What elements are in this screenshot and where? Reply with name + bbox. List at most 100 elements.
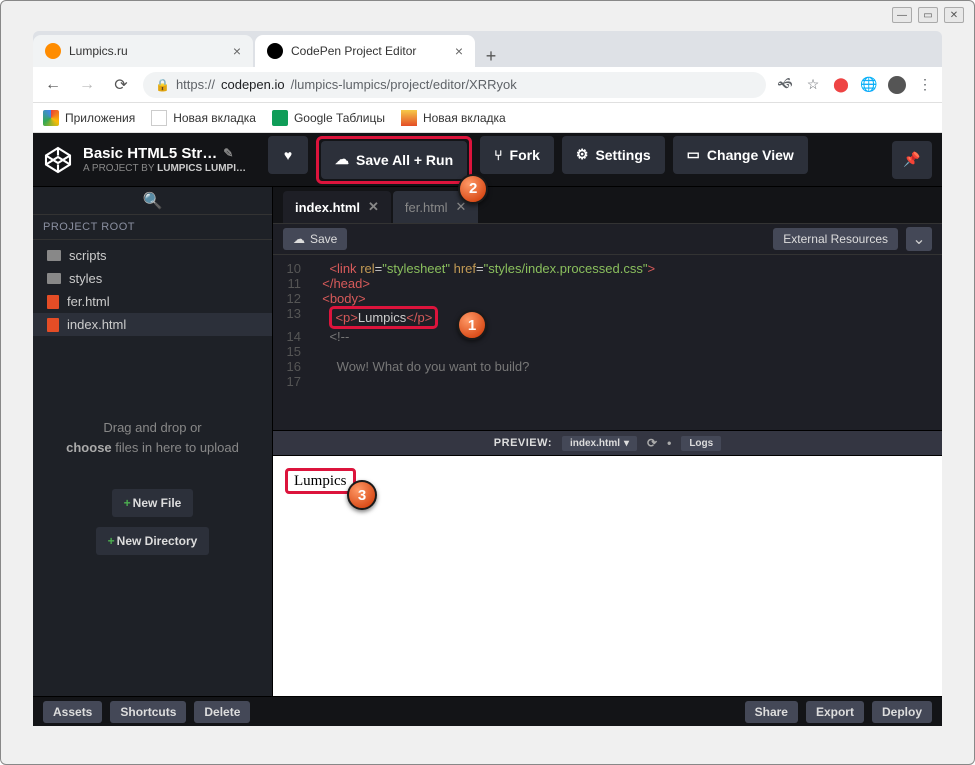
bookmark-apps[interactable]: Приложения <box>43 110 135 126</box>
chevron-down-icon: ▾ <box>624 438 629 449</box>
layout-icon: ▭ <box>687 146 700 163</box>
share-button[interactable]: Share <box>745 701 798 723</box>
preview-file-select[interactable]: index.html ▾ <box>562 436 637 451</box>
close-icon[interactable]: ✕ <box>368 199 379 215</box>
search-icon: 🔍 <box>143 191 163 211</box>
button-label: New Directory <box>117 534 198 548</box>
fork-icon: ⑂ <box>494 147 502 163</box>
bookmark-label: Новая вкладка <box>423 111 506 125</box>
chevron-down-icon[interactable]: ⌄ <box>906 227 932 251</box>
bookmark-label: Новая вкладка <box>173 111 256 125</box>
cloud-icon: ☁ <box>293 232 305 246</box>
upload-text: Drag and drop or <box>103 420 201 435</box>
folder-icon <box>47 250 61 261</box>
file-label: styles <box>69 271 102 286</box>
delete-button[interactable]: Delete <box>194 701 250 723</box>
menu-icon[interactable]: ⋮ <box>916 76 934 94</box>
logs-button[interactable]: Logs <box>681 436 721 451</box>
pin-icon: 📌 <box>903 151 920 168</box>
file-label: index.html <box>67 317 126 332</box>
sidebar-search[interactable]: 🔍 <box>33 187 272 215</box>
lock-icon: 🔒 <box>155 78 170 92</box>
window-minimize-button[interactable]: — <box>892 7 912 23</box>
bookmark-label: Приложения <box>65 111 135 125</box>
browser-tab-lumpics[interactable]: Lumpics.ru × <box>33 35 253 67</box>
translate-icon[interactable]: 🙜 <box>776 76 794 94</box>
shortcuts-button[interactable]: Shortcuts <box>110 701 186 723</box>
sheets-icon <box>272 110 288 126</box>
assets-button[interactable]: Assets <box>43 701 102 723</box>
heart-icon: ♥ <box>284 147 292 163</box>
tab-title: CodePen Project Editor <box>291 44 416 58</box>
preview-bar: PREVIEW: index.html ▾ ⟳ • Logs <box>273 430 942 456</box>
window-frame: — ▭ ✕ Lumpics.ru × CodePen Project Edito… <box>0 0 975 765</box>
tab-label: index.html <box>295 200 360 215</box>
address-input[interactable]: 🔒 https://codepen.io/lumpics-lumpics/pro… <box>143 72 766 98</box>
save-button[interactable]: ☁Save <box>283 228 347 250</box>
sidebar-item-index-html[interactable]: index.html <box>33 313 272 336</box>
html-icon <box>47 295 59 309</box>
page-icon <box>151 110 167 126</box>
tab-title: Lumpics.ru <box>69 44 128 58</box>
bookmarks-bar: Приложения Новая вкладка Google Таблицы … <box>33 103 942 133</box>
browser-tab-codepen[interactable]: CodePen Project Editor × <box>255 35 475 67</box>
page-icon <box>401 110 417 126</box>
sidebar-item-fer-html[interactable]: fer.html <box>33 290 272 313</box>
pencil-icon[interactable]: ✎ <box>223 146 233 160</box>
settings-button[interactable]: ⚙ Settings <box>562 136 665 174</box>
opera-icon[interactable]: ⬤ <box>832 76 850 94</box>
back-button[interactable]: ← <box>41 73 65 97</box>
button-label: Fork <box>510 147 540 163</box>
avatar[interactable] <box>888 76 906 94</box>
gear-icon: ⚙ <box>576 146 589 163</box>
forward-button[interactable]: → <box>75 73 99 97</box>
preview-label: PREVIEW: <box>494 437 552 449</box>
new-directory-button[interactable]: +New Directory <box>96 527 210 555</box>
window-maximize-button[interactable]: ▭ <box>918 7 938 23</box>
annotation-highlight: Lumpics <box>285 468 356 494</box>
project-title: Basic HTML5 Str… ✎ <box>83 145 246 163</box>
codepen-logo-icon <box>43 145 73 175</box>
export-button[interactable]: Export <box>806 701 864 723</box>
heart-button[interactable]: ♥ <box>268 136 308 174</box>
editor-toolbar: ☁Save External Resources ⌄ <box>273 223 942 255</box>
fork-button[interactable]: ⑂ Fork <box>480 136 554 174</box>
deploy-button[interactable]: Deploy <box>872 701 932 723</box>
browser-tabs-row: Lumpics.ru × CodePen Project Editor × + <box>33 31 942 67</box>
html-icon <box>47 318 59 332</box>
app-topbar: Basic HTML5 Str… ✎ A PROJECT BY Lumpics … <box>33 133 942 187</box>
pin-button[interactable]: 📌 <box>892 141 932 179</box>
bookmark-item[interactable]: Новая вкладка <box>401 110 506 126</box>
codepen-app: Basic HTML5 Str… ✎ A PROJECT BY Lumpics … <box>33 133 942 726</box>
bookmark-sheets[interactable]: Google Таблицы <box>272 110 385 126</box>
project-root-label: PROJECT ROOT <box>33 215 272 240</box>
refresh-icon[interactable]: ⟳ <box>647 436 657 450</box>
code-editor[interactable]: 10 <link rel="stylesheet" href="styles/i… <box>273 255 942 430</box>
button-label: Change View <box>707 147 794 163</box>
favicon-codepen <box>267 43 283 59</box>
annotation-highlight: <p>Lumpics</p> <box>329 306 438 329</box>
external-resources-button[interactable]: External Resources <box>773 228 898 250</box>
star-icon[interactable]: ☆ <box>804 76 822 94</box>
new-file-button[interactable]: +New File <box>112 489 194 517</box>
sidebar: 🔍 PROJECT ROOT scripts styles fer.html i… <box>33 187 273 696</box>
upload-dropzone[interactable]: Drag and drop or choose files in here to… <box>33 400 272 475</box>
change-view-button[interactable]: ▭ Change View <box>673 136 808 174</box>
sidebar-item-styles[interactable]: styles <box>33 267 272 290</box>
bookmark-item[interactable]: Новая вкладка <box>151 110 256 126</box>
button-label: New File <box>133 496 182 510</box>
close-icon[interactable]: × <box>233 43 241 59</box>
dot-icon: • <box>667 436 671 450</box>
globe-icon[interactable]: 🌐 <box>860 76 878 94</box>
save-all-run-button[interactable]: ☁ Save All + Run <box>321 141 467 179</box>
new-tab-button[interactable]: + <box>477 46 505 67</box>
editor-tab-index[interactable]: index.html ✕ <box>283 191 391 223</box>
sidebar-item-scripts[interactable]: scripts <box>33 244 272 267</box>
editor-tabs: index.html✕ fer.html✕ <box>273 187 942 223</box>
file-label: scripts <box>69 248 107 263</box>
reload-button[interactable]: ⟳ <box>109 73 133 97</box>
close-icon[interactable]: × <box>455 43 463 59</box>
window-close-button[interactable]: ✕ <box>944 7 964 23</box>
annotation-badge-2: 2 <box>458 174 488 204</box>
upload-text: files in here to upload <box>112 440 239 455</box>
